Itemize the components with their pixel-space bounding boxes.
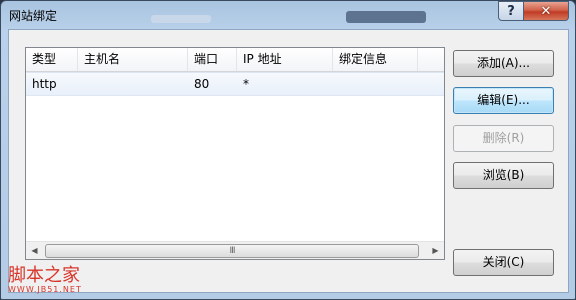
blurred-title-fragment xyxy=(346,11,426,23)
dialog-title: 网站绑定 xyxy=(9,9,58,23)
watermark-url: WWW.JB51.NET xyxy=(8,285,82,294)
cell-hostname xyxy=(78,73,188,95)
cell-port: 80 xyxy=(194,77,210,91)
browse-button[interactable]: 浏览(B) xyxy=(453,162,554,189)
help-button[interactable]: ? xyxy=(498,1,524,21)
column-header-type[interactable]: 类型 xyxy=(26,48,78,71)
cell-binding-info xyxy=(333,73,418,95)
close-icon: ✕ xyxy=(540,3,552,19)
edit-button[interactable]: 编辑(E)... xyxy=(453,87,554,114)
bindings-list[interactable]: 类型 主机名 端口 IP 地址 绑定信息 http 80 * ◀ III ▶ xyxy=(25,47,445,260)
cell-type: http xyxy=(32,77,57,91)
table-row[interactable]: http 80 * xyxy=(26,72,444,96)
column-header-port[interactable]: 端口 xyxy=(188,48,237,71)
blurred-title-fragment xyxy=(151,15,211,23)
dialog-body: 类型 主机名 端口 IP 地址 绑定信息 http 80 * ◀ III ▶ 添… xyxy=(8,29,569,293)
scroll-right-icon[interactable]: ▶ xyxy=(427,242,444,259)
close-window-button[interactable]: ✕ xyxy=(523,1,569,21)
grip-icon: III xyxy=(229,246,236,256)
list-header: 类型 主机名 端口 IP 地址 绑定信息 xyxy=(26,48,444,72)
site-bindings-dialog: 网站绑定 ? ✕ 类型 主机名 端口 IP 地址 绑定信息 http 80 * … xyxy=(0,0,576,300)
remove-button[interactable]: 删除(R) xyxy=(453,125,554,152)
close-button[interactable]: 关闭(C) xyxy=(453,249,554,276)
watermark-text: 脚本之家 xyxy=(8,265,80,286)
scroll-left-icon[interactable]: ◀ xyxy=(26,242,43,259)
scroll-thumb[interactable]: III xyxy=(45,244,419,258)
help-icon: ? xyxy=(507,3,515,19)
horizontal-scrollbar[interactable]: ◀ III ▶ xyxy=(26,241,444,259)
column-header-ip[interactable]: IP 地址 xyxy=(237,48,333,71)
column-header-binding-info[interactable]: 绑定信息 xyxy=(333,48,418,71)
column-header-hostname[interactable]: 主机名 xyxy=(78,48,188,71)
add-button[interactable]: 添加(A)... xyxy=(453,50,554,77)
cell-ip: * xyxy=(243,77,249,91)
watermark-logo: 脚本之家 WWW.JB51.NET xyxy=(8,267,82,295)
